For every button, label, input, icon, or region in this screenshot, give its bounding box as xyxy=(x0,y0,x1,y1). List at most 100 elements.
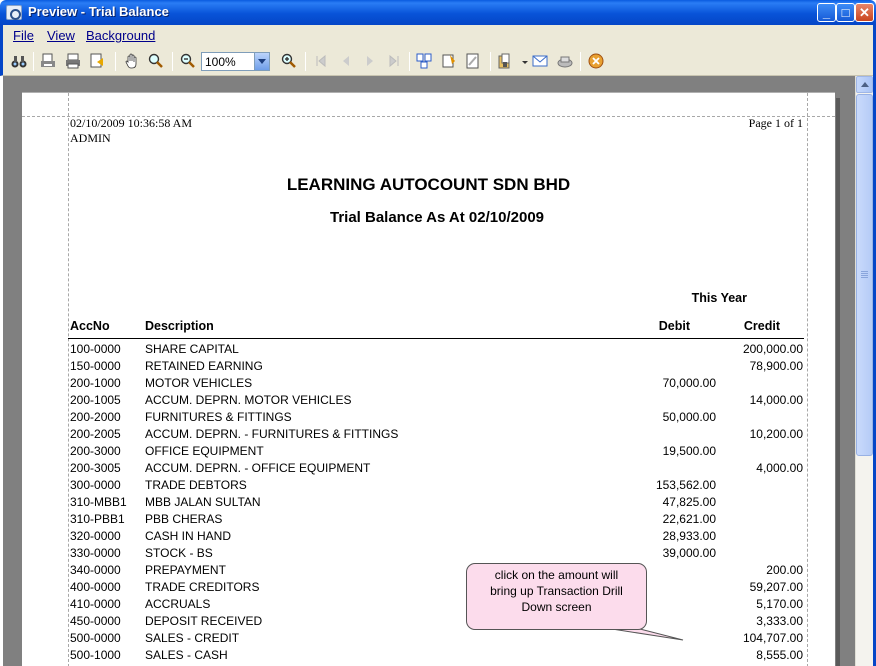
description-cell: TRADE DEBTORS xyxy=(145,478,247,492)
toolbar xyxy=(0,47,876,76)
acc-no-cell: 200-1005 xyxy=(70,393,121,407)
description-cell: SALES - CASH xyxy=(145,648,228,662)
acc-no-cell: 200-3005 xyxy=(70,461,121,475)
description-cell: OFFICE EQUIPMENT xyxy=(145,444,264,458)
debit-amount[interactable]: 39,000.00 xyxy=(663,546,716,560)
debit-amount[interactable]: 19,500.00 xyxy=(663,444,716,458)
acc-no-cell: 300-0000 xyxy=(70,478,121,492)
acc-no-cell: 310-PBB1 xyxy=(70,512,125,526)
credit-amount[interactable]: 5,170.00 xyxy=(756,597,803,611)
acc-no-cell: 450-0000 xyxy=(70,614,121,628)
description-cell: ACCRUALS xyxy=(145,597,211,611)
col-accno-header: AccNo xyxy=(70,319,110,333)
debit-amount[interactable]: 22,621.00 xyxy=(663,512,716,526)
preview-area[interactable]: 02/10/2009 10:36:58 AM ADMIN Page 1 of 1… xyxy=(3,76,855,666)
description-cell: ACCUM. DEPRN. - OFFICE EQUIPMENT xyxy=(145,461,371,475)
description-cell: CASH IN HAND xyxy=(145,529,232,543)
menu-bar: File View Background xyxy=(0,25,876,47)
export-icon[interactable] xyxy=(498,53,514,69)
close-preview-icon[interactable] xyxy=(588,53,604,69)
color-icon[interactable] xyxy=(441,53,457,69)
app-icon xyxy=(6,5,22,20)
maximize-button[interactable]: □ xyxy=(836,3,855,22)
credit-amount[interactable]: 3,333.00 xyxy=(756,614,803,628)
acc-no-cell: 100-0000 xyxy=(70,342,121,356)
credit-amount[interactable]: 59,207.00 xyxy=(750,580,803,594)
export-dropdown-icon[interactable] xyxy=(517,53,528,69)
description-cell: ACCUM. DEPRN. MOTOR VEHICLES xyxy=(145,393,352,407)
credit-amount[interactable]: 78,900.00 xyxy=(750,359,803,373)
email-icon[interactable] xyxy=(532,53,548,69)
minimize-button[interactable]: _ xyxy=(817,3,836,22)
magnifier-icon[interactable] xyxy=(148,53,164,69)
quick-print-icon[interactable] xyxy=(89,53,105,69)
acc-no-cell: 340-0000 xyxy=(70,563,121,577)
credit-amount[interactable]: 4,000.00 xyxy=(756,461,803,475)
send-icon[interactable] xyxy=(557,53,573,69)
page-info: Page 1 of 1 xyxy=(748,116,803,130)
scroll-up-button[interactable] xyxy=(856,76,873,93)
table-row: 400-0000 TRADE CREDITORS 59,207.00 xyxy=(22,580,835,597)
acc-no-cell: 500-1000 xyxy=(70,648,121,662)
table-row: 450-0000 DEPOSIT RECEIVED 3,333.00 xyxy=(22,614,835,631)
previous-page-icon[interactable] xyxy=(338,53,354,69)
page-setup-icon[interactable] xyxy=(40,53,56,69)
scroll-thumb[interactable] xyxy=(856,94,873,456)
menu-file[interactable]: File xyxy=(13,28,34,43)
debit-amount[interactable]: 50,000.00 xyxy=(663,410,716,424)
hand-tool-icon[interactable] xyxy=(124,53,140,69)
callout-line: Down screen xyxy=(521,600,592,614)
table-row: 200-1005 ACCUM. DEPRN. MOTOR VEHICLES 14,0… xyxy=(22,393,835,410)
period-header: This Year xyxy=(691,291,747,305)
table-row: 500-1000 SALES - CASH 8,555.00 xyxy=(22,648,835,665)
table-row: 100-0000 SHARE CAPITAL 200,000.00 xyxy=(22,342,835,359)
table-row: 200-3000 OFFICE EQUIPMENT 19,500.00 xyxy=(22,444,835,461)
acc-no-cell: 500-0000 xyxy=(70,631,121,645)
callout-note: click on the amount will bring up Transa… xyxy=(466,563,647,630)
credit-amount[interactable]: 10,200.00 xyxy=(750,427,803,441)
company-name: LEARNING AUTOCOUNT SDN BHD xyxy=(286,175,571,194)
zoom-select[interactable]: 100% xyxy=(201,52,270,71)
credit-amount[interactable]: 200,000.00 xyxy=(743,342,803,356)
acc-no-cell: 200-1000 xyxy=(70,376,121,390)
debit-amount[interactable]: 47,825.00 xyxy=(663,495,716,509)
binoculars-icon[interactable] xyxy=(11,53,27,69)
table-row: 200-1000 MOTOR VEHICLES 70,000.00 xyxy=(22,376,835,393)
watermark-icon[interactable] xyxy=(465,53,481,69)
print-datetime: 02/10/2009 10:36:58 AM xyxy=(70,116,193,130)
menu-background[interactable]: Background xyxy=(86,28,155,43)
first-page-icon[interactable] xyxy=(313,53,329,69)
next-page-icon[interactable] xyxy=(362,53,378,69)
acc-no-cell: 310-MBB1 xyxy=(70,495,127,509)
description-cell: SALES - CREDIT xyxy=(145,631,240,645)
credit-amount[interactable]: 200.00 xyxy=(766,563,803,577)
zoom-in-icon[interactable] xyxy=(281,53,297,69)
vertical-scrollbar[interactable] xyxy=(855,76,873,666)
debit-amount[interactable]: 70,000.00 xyxy=(663,376,716,390)
description-cell: RETAINED EARNING xyxy=(145,359,263,373)
credit-amount[interactable]: 14,000.00 xyxy=(750,393,803,407)
table-row: 200-3005 ACCUM. DEPRN. - OFFICE EQUIPMENT… xyxy=(22,461,835,478)
last-page-icon[interactable] xyxy=(386,53,402,69)
table-row: 320-0000 CASH IN HAND 28,933.00 xyxy=(22,529,835,546)
zoom-out-icon[interactable] xyxy=(180,53,196,69)
title-bar: Preview - Trial Balance _ □ ✕ xyxy=(0,0,876,25)
print-icon[interactable] xyxy=(65,53,81,69)
acc-no-cell: 200-3000 xyxy=(70,444,121,458)
debit-amount[interactable]: 28,933.00 xyxy=(663,529,716,543)
description-cell: TRADE CREDITORS xyxy=(145,580,260,594)
debit-amount[interactable]: 153,562.00 xyxy=(656,478,716,492)
description-cell: PREPAYMENT xyxy=(145,563,226,577)
menu-view[interactable]: View xyxy=(47,28,75,43)
credit-amount[interactable]: 104,707.00 xyxy=(743,631,803,645)
description-cell: PBB CHERAS xyxy=(145,512,223,526)
acc-no-cell: 200-2000 xyxy=(70,410,121,424)
description-cell: DEPOSIT RECEIVED xyxy=(145,614,263,628)
close-button[interactable]: ✕ xyxy=(855,3,874,22)
table-row: 340-0000 PREPAYMENT 200.00 xyxy=(22,563,835,580)
credit-amount[interactable]: 8,555.00 xyxy=(756,648,803,662)
table-row: 150-0000 RETAINED EARNING 78,900.00 xyxy=(22,359,835,376)
chevron-down-icon[interactable] xyxy=(254,53,269,70)
multiple-pages-icon[interactable] xyxy=(416,53,432,69)
acc-no-cell: 200-2005 xyxy=(70,427,121,441)
